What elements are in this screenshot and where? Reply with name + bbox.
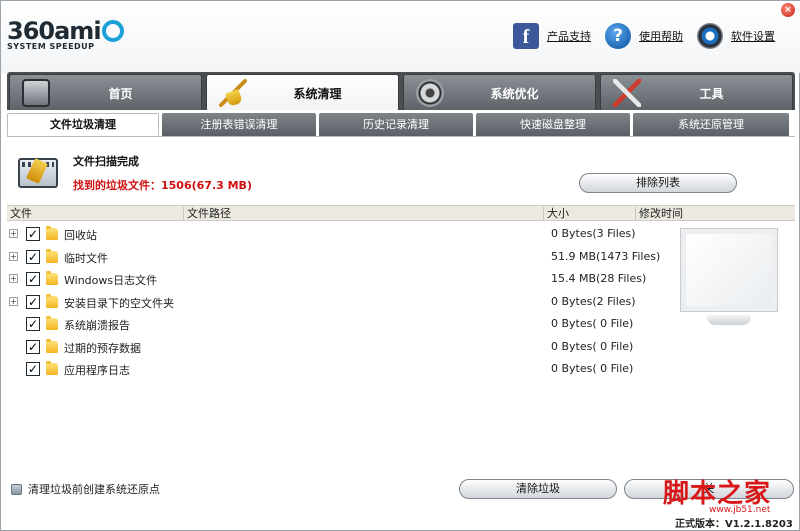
settings-link-label[interactable]: 软件设置 bbox=[731, 28, 775, 44]
row-size: 51.9 MB(1473 Files) bbox=[551, 249, 661, 263]
tab-system-clean[interactable]: 系统清理 bbox=[206, 74, 399, 110]
table-row[interactable]: ✓ 应用程序日志 0 Bytes( 0 File) bbox=[7, 358, 667, 381]
column-size[interactable]: 大小 bbox=[543, 207, 635, 221]
folder-icon bbox=[46, 338, 58, 353]
top-links: f 产品支持 ? 使用帮助 软件设置 bbox=[499, 23, 775, 49]
exclude-list-button[interactable]: 排除列表 bbox=[579, 173, 737, 193]
file-list: + ✓ 回收站 0 Bytes(3 Files) + ✓ 临时文件 51.9 M… bbox=[7, 223, 667, 381]
row-name: 系统崩溃报告 bbox=[64, 319, 130, 332]
subtab-defrag[interactable]: 快速磁盘整理 bbox=[476, 113, 630, 136]
scan-status-title: 文件扫描完成 bbox=[73, 155, 139, 168]
row-checkbox[interactable]: ✓ bbox=[26, 227, 40, 241]
folder-icon bbox=[46, 361, 58, 375]
table-row[interactable]: + ✓ 安装目录下的空文件夹 0 Bytes(2 Files) bbox=[7, 291, 667, 314]
row-checkbox[interactable]: ✓ bbox=[26, 272, 40, 286]
gear-icon[interactable] bbox=[697, 23, 723, 49]
row-size: 15.4 MB(28 Files) bbox=[551, 272, 647, 285]
folder-icon bbox=[46, 226, 58, 240]
restore-point-checkbox[interactable] bbox=[11, 483, 22, 495]
row-size: 0 Bytes(2 Files) bbox=[551, 294, 636, 308]
row-size: 0 Bytes( 0 File) bbox=[551, 339, 634, 353]
help-link-label[interactable]: 使用帮助 bbox=[639, 28, 683, 44]
row-size: 0 Bytes( 0 File) bbox=[551, 317, 634, 330]
scan-found-count: 找到的垃圾文件：1506(67.3 MB) bbox=[73, 179, 252, 192]
subtab-restore[interactable]: 系统还原管理 bbox=[633, 113, 789, 136]
facebook-icon[interactable]: f bbox=[513, 23, 539, 49]
row-name: 回收站 bbox=[64, 229, 97, 242]
folder-icon bbox=[46, 293, 58, 308]
close-button[interactable]: × bbox=[781, 3, 795, 17]
row-checkbox[interactable]: ✓ bbox=[26, 339, 40, 354]
scan-complete-icon bbox=[18, 152, 60, 192]
header: 360ami SYSTEM SPEEDUP × f 产品支持 ? 使用帮助 软件… bbox=[1, 1, 800, 73]
help-link[interactable]: ? 使用帮助 bbox=[605, 23, 683, 49]
row-name: 过期的预存数据 bbox=[64, 341, 141, 355]
table-row[interactable]: ✓ 过期的预存数据 0 Bytes( 0 File) bbox=[7, 336, 667, 359]
expand-icon[interactable]: + bbox=[9, 229, 18, 238]
table-row[interactable]: + ✓ Windows日志文件 15.4 MB(28 Files) bbox=[7, 268, 667, 291]
row-checkbox[interactable]: ✓ bbox=[26, 249, 40, 264]
app-logo: 360ami SYSTEM SPEEDUP bbox=[7, 17, 124, 51]
table-row[interactable]: + ✓ 临时文件 51.9 MB(1473 Files) bbox=[7, 246, 667, 269]
row-name: 临时文件 bbox=[64, 251, 108, 265]
row-name: 安装目录下的空文件夹 bbox=[64, 296, 174, 310]
folder-icon bbox=[46, 271, 58, 285]
tab-tools[interactable]: 工具 bbox=[600, 74, 793, 110]
watermark-url: www.jb51.net bbox=[709, 505, 771, 515]
subtab-registry[interactable]: 注册表错误清理 bbox=[162, 113, 316, 136]
expand-icon[interactable]: + bbox=[9, 251, 18, 261]
table-header: 文件 文件路径 大小 修改时间 bbox=[7, 205, 795, 221]
row-size: 0 Bytes( 0 File) bbox=[551, 362, 634, 375]
subtab-file-junk[interactable]: 文件垃圾清理 bbox=[7, 113, 159, 136]
table-row[interactable]: ✓ 系统崩溃报告 0 Bytes( 0 File) bbox=[7, 313, 667, 336]
settings-link[interactable]: 软件设置 bbox=[697, 23, 775, 49]
row-size: 0 Bytes(3 Files) bbox=[551, 227, 636, 240]
subtab-history[interactable]: 历史记录清理 bbox=[319, 113, 473, 136]
clean-junk-button[interactable]: 清除垃圾 bbox=[459, 479, 617, 499]
tab-home[interactable]: 首页 bbox=[9, 74, 202, 110]
restore-point-label: 清理垃圾前创建系统还原点 bbox=[28, 483, 160, 496]
table-row[interactable]: + ✓ 回收站 0 Bytes(3 Files) bbox=[7, 223, 667, 246]
support-link-label[interactable]: 产品支持 bbox=[547, 28, 591, 44]
folder-icon bbox=[46, 316, 58, 330]
row-checkbox[interactable]: ✓ bbox=[26, 317, 40, 331]
restore-point-option[interactable]: 清理垃圾前创建系统还原点 bbox=[11, 481, 160, 497]
row-checkbox[interactable]: ✓ bbox=[26, 294, 40, 309]
sub-tabs: 文件垃圾清理 注册表错误清理 历史记录清理 快速磁盘整理 系统还原管理 bbox=[7, 113, 795, 137]
app-window: 360ami SYSTEM SPEEDUP × f 产品支持 ? 使用帮助 软件… bbox=[0, 0, 800, 531]
row-name: Windows日志文件 bbox=[64, 274, 158, 287]
folder-icon bbox=[46, 248, 58, 263]
support-link[interactable]: f 产品支持 bbox=[513, 23, 591, 49]
monitor-watermark-image bbox=[661, 223, 791, 335]
version-label: 正式版本：V1.2.1.8203 bbox=[675, 519, 793, 530]
column-path[interactable]: 文件路径 bbox=[183, 207, 543, 221]
row-checkbox[interactable]: ✓ bbox=[26, 362, 40, 376]
row-name: 应用程序日志 bbox=[64, 364, 130, 377]
column-name[interactable]: 文件 bbox=[7, 207, 183, 221]
tab-system-optimize[interactable]: 系统优化 bbox=[403, 74, 596, 110]
expand-icon[interactable]: + bbox=[9, 274, 18, 283]
main-tabs: 首页 系统清理 系统优化 工具 bbox=[7, 72, 795, 110]
help-icon[interactable]: ? bbox=[605, 23, 631, 49]
expand-icon[interactable]: + bbox=[9, 296, 18, 306]
column-modified[interactable]: 修改时间 bbox=[635, 207, 767, 221]
